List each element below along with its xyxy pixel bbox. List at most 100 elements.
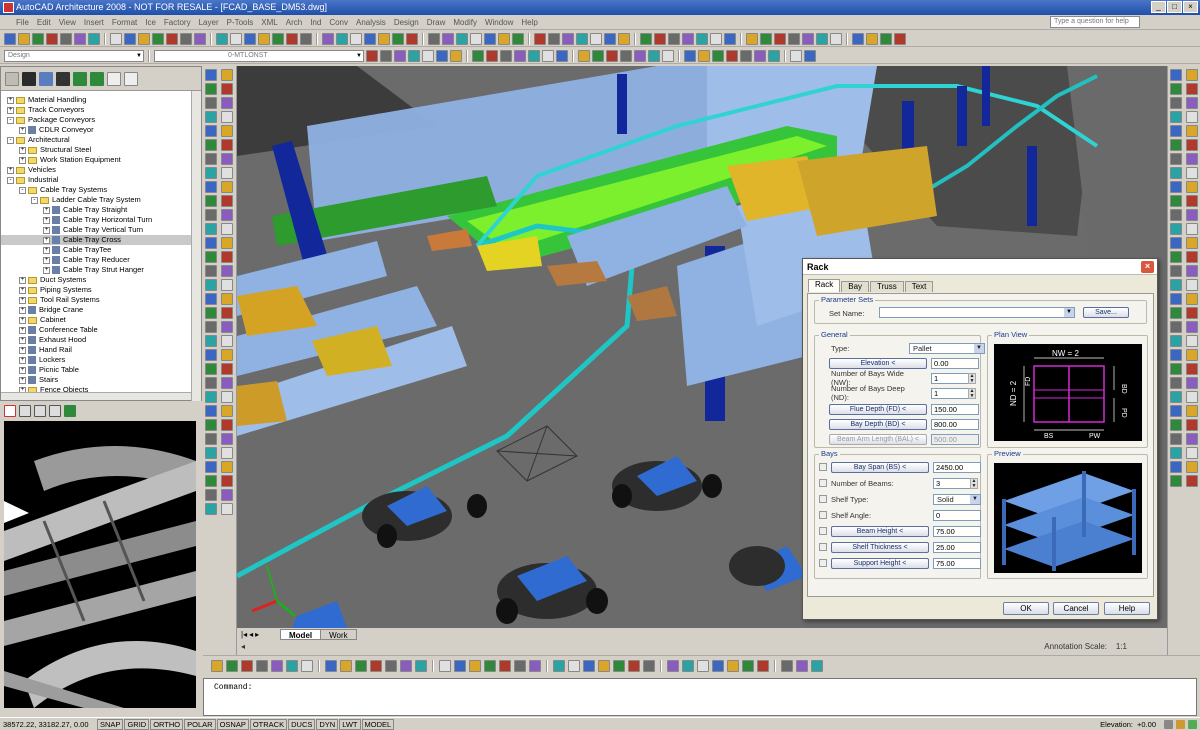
status-toggle-snap[interactable]: SNAP: [97, 718, 124, 730]
coordinates-readout[interactable]: 38572.22, 33182.27, 0.00: [0, 720, 96, 729]
tool-icon[interactable]: [682, 32, 694, 45]
tool-icon[interactable]: [1186, 195, 1198, 207]
tool-icon[interactable]: [534, 32, 546, 45]
menu-p-tools[interactable]: P-Tools: [227, 18, 254, 27]
tool-icon[interactable]: [74, 32, 86, 45]
tool-icon[interactable]: [469, 659, 481, 672]
menu-modify[interactable]: Modify: [453, 18, 477, 27]
tool-icon[interactable]: [1170, 223, 1182, 235]
tool-icon[interactable]: [727, 659, 739, 672]
tool-icon[interactable]: [802, 32, 814, 45]
tool-icon[interactable]: [221, 461, 233, 473]
tool-icon[interactable]: [221, 363, 233, 375]
tree-item[interactable]: + Conference Table: [1, 325, 201, 335]
maximize-button[interactable]: □: [1167, 1, 1182, 13]
tool-icon[interactable]: [221, 111, 233, 123]
tool-icon[interactable]: [442, 32, 454, 45]
tool-icon[interactable]: [1170, 195, 1182, 207]
expand-toggle-icon[interactable]: +: [19, 286, 26, 294]
tool-icon[interactable]: [205, 447, 217, 459]
expand-toggle-icon[interactable]: +: [43, 266, 50, 274]
nw-input[interactable]: 1: [931, 372, 969, 384]
tool-icon[interactable]: [380, 49, 392, 62]
tool-icon[interactable]: [205, 181, 217, 193]
tool-icon[interactable]: [436, 49, 448, 62]
tool-icon[interactable]: [604, 32, 616, 45]
tool-icon[interactable]: [205, 97, 217, 109]
tool-icon[interactable]: [628, 659, 640, 672]
beam-arm-length-input[interactable]: 500.00: [931, 433, 979, 445]
tool-icon[interactable]: [1186, 461, 1198, 473]
tool-icon[interactable]: [1170, 83, 1182, 95]
tool-icon[interactable]: [205, 489, 217, 501]
shelf-thickness-checkbox[interactable]: [819, 543, 827, 551]
tool-icon[interactable]: [194, 32, 206, 45]
shelf-thickness-input[interactable]: 25.00: [933, 541, 981, 553]
tool-icon[interactable]: [682, 659, 694, 672]
tool-icon[interactable]: [1186, 251, 1198, 263]
nw-spinner[interactable]: ▲ ▼: [968, 372, 976, 384]
tool-icon[interactable]: [392, 32, 404, 45]
tree-item[interactable]: - Package Conveyors: [1, 115, 201, 125]
tool-icon[interactable]: [1170, 237, 1182, 249]
beam-height-pick-button[interactable]: Beam Height <: [831, 525, 929, 537]
tool-icon[interactable]: [1170, 475, 1182, 487]
tool-icon[interactable]: [654, 32, 666, 45]
tool-icon[interactable]: [592, 49, 604, 62]
tool-icon[interactable]: [205, 167, 217, 179]
tool-icon[interactable]: [221, 265, 233, 277]
tool-icon[interactable]: [1186, 447, 1198, 459]
tree-item[interactable]: + Stairs: [1, 375, 201, 385]
tree-item[interactable]: + Vehicles: [1, 165, 201, 175]
tool-icon[interactable]: [712, 49, 724, 62]
shelf-type-select[interactable]: Solid ▼: [933, 493, 981, 505]
tree-item[interactable]: - Ladder Cable Tray System: [1, 195, 201, 205]
tool-icon[interactable]: [1170, 125, 1182, 137]
tool-icon[interactable]: [568, 659, 580, 672]
menu-ice[interactable]: Ice: [145, 18, 156, 27]
lock-icon[interactable]: [1164, 719, 1173, 729]
menu-format[interactable]: Format: [112, 18, 137, 27]
tool-icon[interactable]: [230, 32, 242, 45]
expand-toggle-icon[interactable]: +: [43, 236, 50, 244]
tool-icon[interactable]: [1186, 293, 1198, 305]
expand-toggle-icon[interactable]: +: [19, 306, 26, 314]
tree-item[interactable]: + Bridge Crane: [1, 305, 201, 315]
filter-icon[interactable]: [39, 71, 53, 86]
tool-icon[interactable]: [1186, 391, 1198, 403]
tool-icon[interactable]: [221, 293, 233, 305]
tool-icon[interactable]: [667, 659, 679, 672]
tool-icon[interactable]: [583, 659, 595, 672]
tool-icon[interactable]: [484, 32, 496, 45]
tree-item[interactable]: + Cabinet: [1, 315, 201, 325]
tool-icon[interactable]: [110, 32, 122, 45]
tool-icon[interactable]: [1186, 97, 1198, 109]
tool-icon[interactable]: [1186, 125, 1198, 137]
tool-icon[interactable]: [221, 251, 233, 263]
status-toggle-ducs[interactable]: DUCS: [288, 718, 316, 730]
tree-hscrollbar[interactable]: [1, 392, 191, 400]
menu-layer[interactable]: Layer: [199, 18, 219, 27]
tool-icon[interactable]: [205, 461, 217, 473]
tool-icon[interactable]: [1170, 461, 1182, 473]
tool-icon[interactable]: [757, 659, 769, 672]
bay-depth-input[interactable]: 800.00: [931, 418, 979, 430]
tool-icon[interactable]: [634, 49, 646, 62]
tool-icon[interactable]: [1170, 307, 1182, 319]
tool-icon[interactable]: [790, 49, 802, 62]
tool-icon[interactable]: [18, 32, 30, 45]
tab-truss[interactable]: Truss: [870, 281, 904, 292]
expand-toggle-icon[interactable]: -: [19, 186, 26, 194]
expand-toggle-icon[interactable]: +: [43, 206, 50, 214]
shelf-angle-checkbox[interactable]: [819, 511, 827, 519]
tool-icon[interactable]: [796, 659, 808, 672]
search-icon[interactable]: [22, 71, 36, 86]
expand-toggle-icon[interactable]: +: [19, 326, 26, 334]
tool-icon[interactable]: [1170, 167, 1182, 179]
tool-icon[interactable]: [4, 32, 16, 45]
shelf-type-checkbox[interactable]: [819, 495, 827, 503]
tree-item[interactable]: + Exhaust Hood: [1, 335, 201, 345]
tool-icon[interactable]: [1170, 349, 1182, 361]
tool-icon[interactable]: [422, 49, 434, 62]
expand-toggle-icon[interactable]: +: [43, 256, 50, 264]
